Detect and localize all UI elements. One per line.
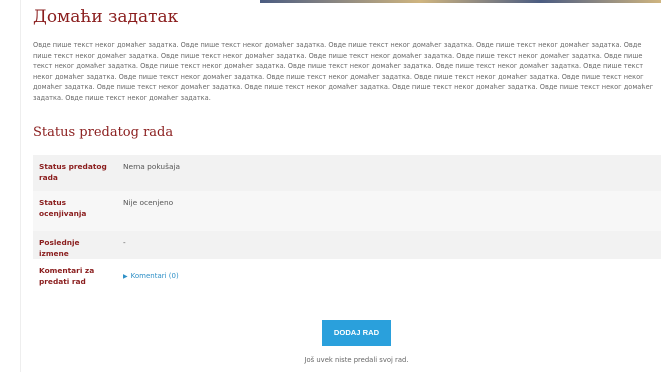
- status-value-submission: Nema pokušaja: [123, 162, 181, 171]
- triangle-right-icon: ▶: [123, 273, 128, 280]
- left-page-border: [0, 0, 21, 372]
- status-value-comments: ▶ Komentari (0): [117, 259, 661, 301]
- assignment-description: Овде пише текст неког домаћег задатка. О…: [33, 41, 654, 102]
- main-content: Домаћи задатак Овде пише текст неког дом…: [33, 0, 661, 301]
- submit-area: DODAJ RAD Još uvek niste predali svoj ra…: [0, 320, 661, 364]
- status-row-submission: Status predatog rada Nema pokušaja: [33, 155, 661, 191]
- status-label-submission: Status predatog rada: [39, 162, 107, 182]
- status-row-comments: Komentari za predati rad ▶ Komentari (0): [33, 259, 661, 301]
- comments-link-label: Komentari (0): [130, 272, 179, 280]
- status-row-grading: Status ocenjivanja Nije ocenjeno: [33, 191, 661, 231]
- submission-note: Još uvek niste predali svoj rad.: [304, 356, 409, 364]
- add-submission-button[interactable]: DODAJ RAD: [322, 320, 391, 346]
- comments-toggle-link[interactable]: ▶ Komentari (0): [123, 271, 179, 282]
- status-label-grading: Status ocenjivanja: [39, 198, 87, 218]
- status-value-last-modified: -: [123, 238, 126, 247]
- submission-status-heading: Status predatog rada: [33, 125, 174, 140]
- status-label-comments: Komentari za predati rad: [39, 266, 95, 286]
- assignment-page: Домаћи задатак Овде пише текст неког дом…: [0, 0, 661, 372]
- page-title: Домаћи задатак: [33, 7, 179, 27]
- status-label-last-modified: Poslednje izmene: [39, 238, 80, 258]
- submission-status-table: Status predatog rada Nema pokušaja Statu…: [33, 155, 661, 301]
- status-value-grading: Nije ocenjeno: [123, 198, 174, 207]
- status-row-last-modified: Poslednje izmene -: [33, 231, 661, 259]
